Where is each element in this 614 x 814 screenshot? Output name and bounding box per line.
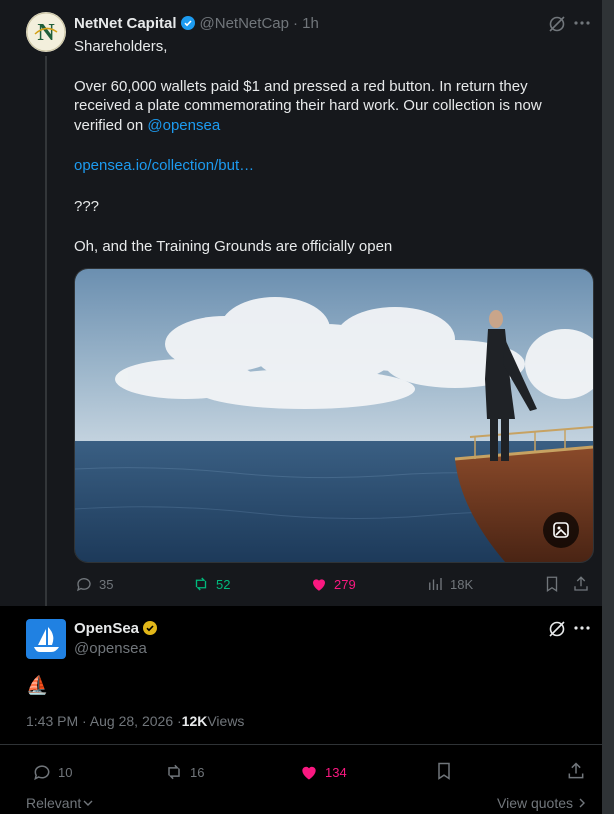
heart-icon <box>302 766 316 780</box>
opensea-avatar[interactable] <box>26 619 66 659</box>
reply-icon <box>76 578 91 592</box>
repost-count: 52 <box>216 576 231 592</box>
reply-button[interactable]: 10 <box>32 762 72 782</box>
reply-timestamp[interactable]: 1:43 PM · Aug 28, 2026 · <box>26 713 182 729</box>
collection-link[interactable]: opensea.io/collection/but… <box>74 156 254 176</box>
like-button[interactable]: 134 <box>299 762 347 782</box>
image-edit-icon[interactable] <box>543 512 579 548</box>
verified-badge-icon <box>180 15 196 31</box>
reply-view-count: 12K <box>181 713 208 729</box>
like-count: 134 <box>325 764 347 780</box>
reply-icon <box>34 765 50 781</box>
sort-dropdown[interactable]: Relevant <box>26 795 93 811</box>
tweet-image[interactable] <box>74 268 594 563</box>
view-quotes-link[interactable]: View quotes <box>497 795 587 811</box>
tweet-text-line: received a plate commemorating their har… <box>74 97 542 114</box>
views-button[interactable]: 18K <box>426 575 473 593</box>
reply-count: 10 <box>58 764 73 780</box>
more-options-icon[interactable] <box>573 14 591 37</box>
tweet-text-line: Shareholders, <box>74 38 168 55</box>
grok-icon[interactable] <box>547 14 567 39</box>
thread-line <box>45 56 47 606</box>
divider <box>0 744 602 745</box>
svg-text:N: N <box>37 20 55 46</box>
reply-views-label: Views <box>207 713 245 729</box>
scrollbar-track[interactable] <box>602 0 614 814</box>
tweet-time[interactable]: · 1h <box>293 15 319 32</box>
view-count: 18K <box>450 576 474 592</box>
share-icon[interactable] <box>572 575 590 598</box>
analytics-icon <box>429 578 442 590</box>
reply-header: OpenSea <box>74 618 158 638</box>
author-handle[interactable]: @NetNetCap <box>200 15 289 32</box>
tweet-text-fragment: verified on <box>74 117 148 134</box>
bookmark-icon[interactable] <box>543 575 561 598</box>
chevron-down-icon <box>83 800 93 806</box>
repost-button[interactable]: 52 <box>192 575 230 593</box>
author-name[interactable]: NetNet Capital <box>74 15 177 32</box>
reply-timestamp-row: 1:43 PM · Aug 28, 2026 · 12K Views <box>26 711 244 731</box>
repost-icon <box>168 764 180 780</box>
reply-author-name[interactable]: OpenSea <box>74 620 139 637</box>
like-button[interactable]: 279 <box>310 575 356 593</box>
tweet-text-line: ??? <box>74 198 100 215</box>
bookmark-icon[interactable] <box>434 761 454 786</box>
tweet-text-line: verified on @opensea <box>74 116 220 136</box>
view-quotes-label: View quotes <box>497 795 574 811</box>
reply-button[interactable]: 35 <box>75 575 113 593</box>
sort-label: Relevant <box>26 795 82 811</box>
reply-author-handle[interactable]: @opensea <box>74 638 147 658</box>
netnet-avatar[interactable]: N <box>26 12 66 52</box>
share-icon[interactable] <box>566 761 586 786</box>
repost-button[interactable]: 16 <box>164 762 204 782</box>
chevron-right-icon <box>579 798 586 808</box>
heart-icon <box>313 579 325 591</box>
repost-icon <box>195 577 207 591</box>
grok-icon[interactable] <box>547 619 567 644</box>
repost-count: 16 <box>190 764 205 780</box>
more-options-icon[interactable] <box>573 619 591 642</box>
reply-count: 35 <box>99 576 114 592</box>
verified-gold-badge-icon <box>142 620 158 636</box>
reply-body: ⛵ <box>26 675 49 695</box>
like-count: 279 <box>334 576 356 592</box>
tweet-text-line: Over 60,000 wallets paid $1 and pressed … <box>74 78 528 95</box>
tweet-header: NetNet Capital @NetNetCap · 1h <box>74 13 319 33</box>
mention-link[interactable]: @opensea <box>147 117 220 134</box>
tweet-text-line: Oh, and the Training Grounds are officia… <box>74 238 393 255</box>
